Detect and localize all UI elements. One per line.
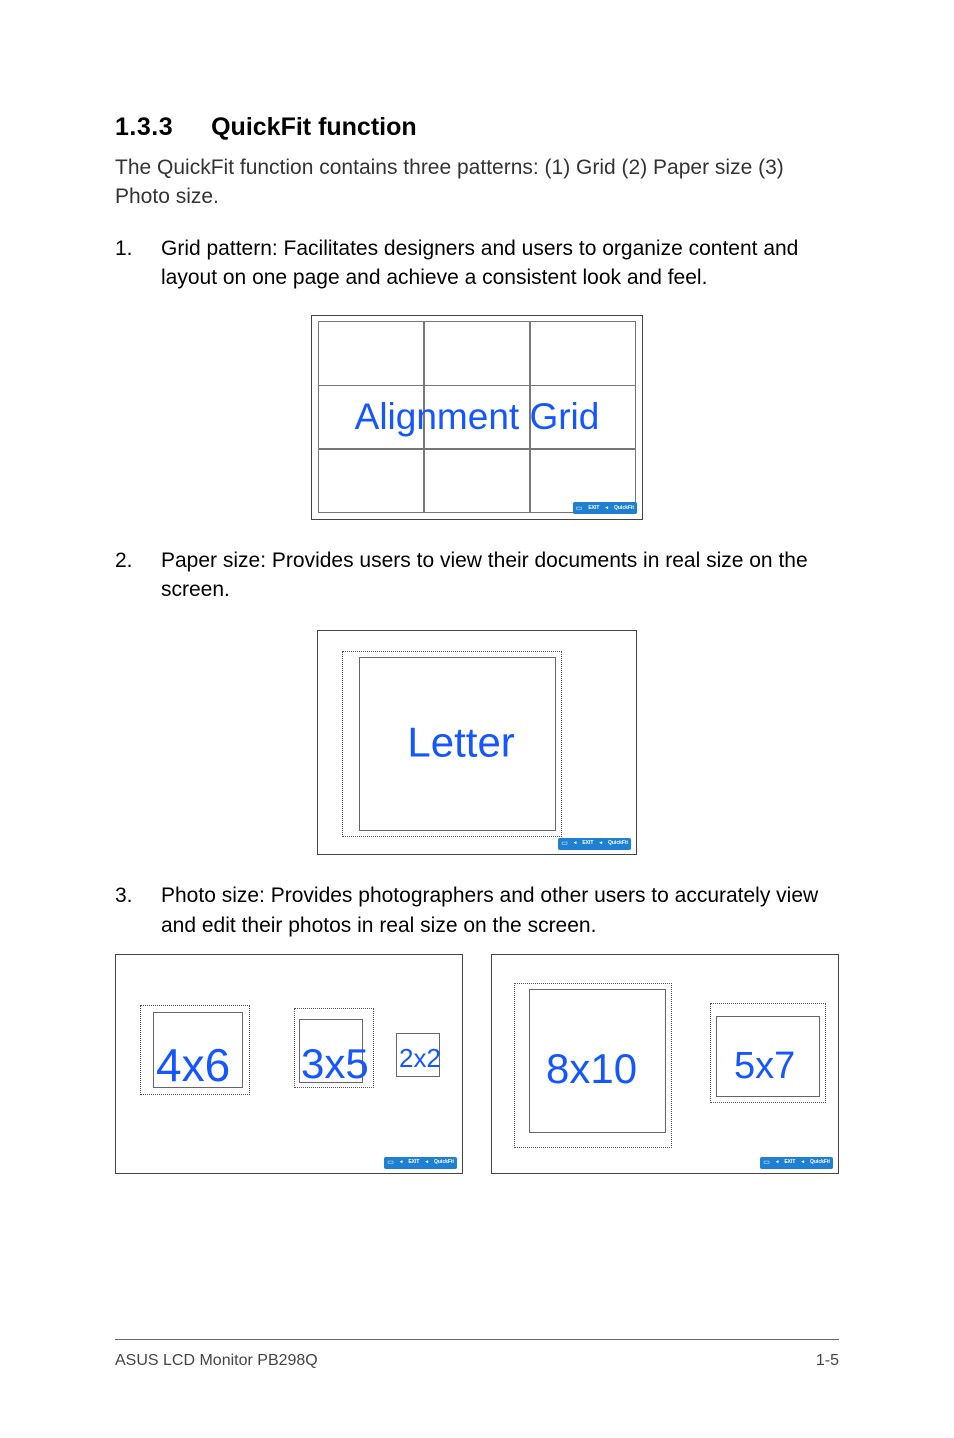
osd-badge: ▭ ◂ EXIT ◂ QuickFit xyxy=(558,837,631,850)
photo-8x10-label: 8x10 xyxy=(546,1040,637,1099)
osd-quickfit-label: QuickFit xyxy=(810,1160,830,1165)
section-heading: 1.3.3 QuickFit function xyxy=(115,110,839,145)
footer-left: ASUS LCD Monitor PB298Q xyxy=(115,1350,318,1372)
page-footer: ASUS LCD Monitor PB298Q 1-5 xyxy=(115,1339,839,1372)
photo-4x6-label: 4x6 xyxy=(156,1033,230,1097)
osd-quickfit-label: QuickFit xyxy=(608,841,628,846)
list-number: 2. xyxy=(115,546,161,605)
list-item: 2. Paper size: Provides users to view th… xyxy=(115,546,839,605)
photo-2x2-label: 2x2 xyxy=(399,1040,441,1076)
osd-icon: ▭ xyxy=(576,505,583,512)
photo-3x5-label: 3x5 xyxy=(301,1035,369,1094)
list-item: 3. Photo size: Provides photographers an… xyxy=(115,881,839,940)
osd-triangle-icon: ◂ xyxy=(425,1160,428,1165)
paper-label: Letter xyxy=(407,713,514,772)
osd-exit-label: EXIT xyxy=(588,506,599,511)
osd-quickfit-label: QuickFit xyxy=(614,506,634,511)
photo-size-figure-1: 4x6 3x5 2x2 ▭ ◂ EXIT ◂ QuickFit xyxy=(115,954,463,1174)
paper-size-figure: Letter ▭ ◂ EXIT ◂ QuickFit xyxy=(317,630,637,855)
list-text: Photo size: Provides photographers and o… xyxy=(161,881,839,940)
osd-badge: ▭ EXIT ◂ QuickFit xyxy=(573,502,637,515)
alignment-grid-figure: Alignment Grid ▭ EXIT ◂ QuickFit xyxy=(311,315,643,520)
list-number: 3. xyxy=(115,881,161,940)
osd-exit-label: EXIT xyxy=(582,841,593,846)
osd-icon: ▭ xyxy=(387,1159,394,1166)
list-text: Grid pattern: Facilitates designers and … xyxy=(161,234,839,293)
photo-size-figure-2: 8x10 5x7 ▭ ◂ EXIT ◂ QuickFit xyxy=(491,954,839,1174)
osd-badge: ▭ ◂ EXIT ◂ QuickFit xyxy=(384,1156,457,1169)
list-text: Paper size: Provides users to view their… xyxy=(161,546,839,605)
list-item: 1. Grid pattern: Facilitates designers a… xyxy=(115,234,839,293)
osd-triangle-icon: ◂ xyxy=(605,506,608,511)
footer-right: 1-5 xyxy=(816,1350,839,1372)
osd-quickfit-label: QuickFit xyxy=(434,1160,454,1165)
osd-triangle-icon: ◂ xyxy=(776,1160,779,1165)
osd-triangle-icon: ◂ xyxy=(574,841,577,846)
photo-5x7-label: 5x7 xyxy=(734,1040,795,1093)
osd-badge: ▭ ◂ EXIT ◂ QuickFit xyxy=(760,1156,833,1169)
osd-exit-label: EXIT xyxy=(784,1160,795,1165)
intro-text: The QuickFit function contains three pat… xyxy=(115,153,839,212)
osd-exit-label: EXIT xyxy=(408,1160,419,1165)
list-number: 1. xyxy=(115,234,161,293)
heading-number: 1.3.3 xyxy=(115,110,173,145)
osd-triangle-icon: ◂ xyxy=(400,1160,403,1165)
osd-icon: ▭ xyxy=(561,840,568,847)
osd-triangle-icon: ◂ xyxy=(599,841,602,846)
heading-title: QuickFit function xyxy=(211,113,417,141)
osd-icon: ▭ xyxy=(763,1159,770,1166)
grid-label: Alignment Grid xyxy=(355,391,600,443)
osd-triangle-icon: ◂ xyxy=(801,1160,804,1165)
